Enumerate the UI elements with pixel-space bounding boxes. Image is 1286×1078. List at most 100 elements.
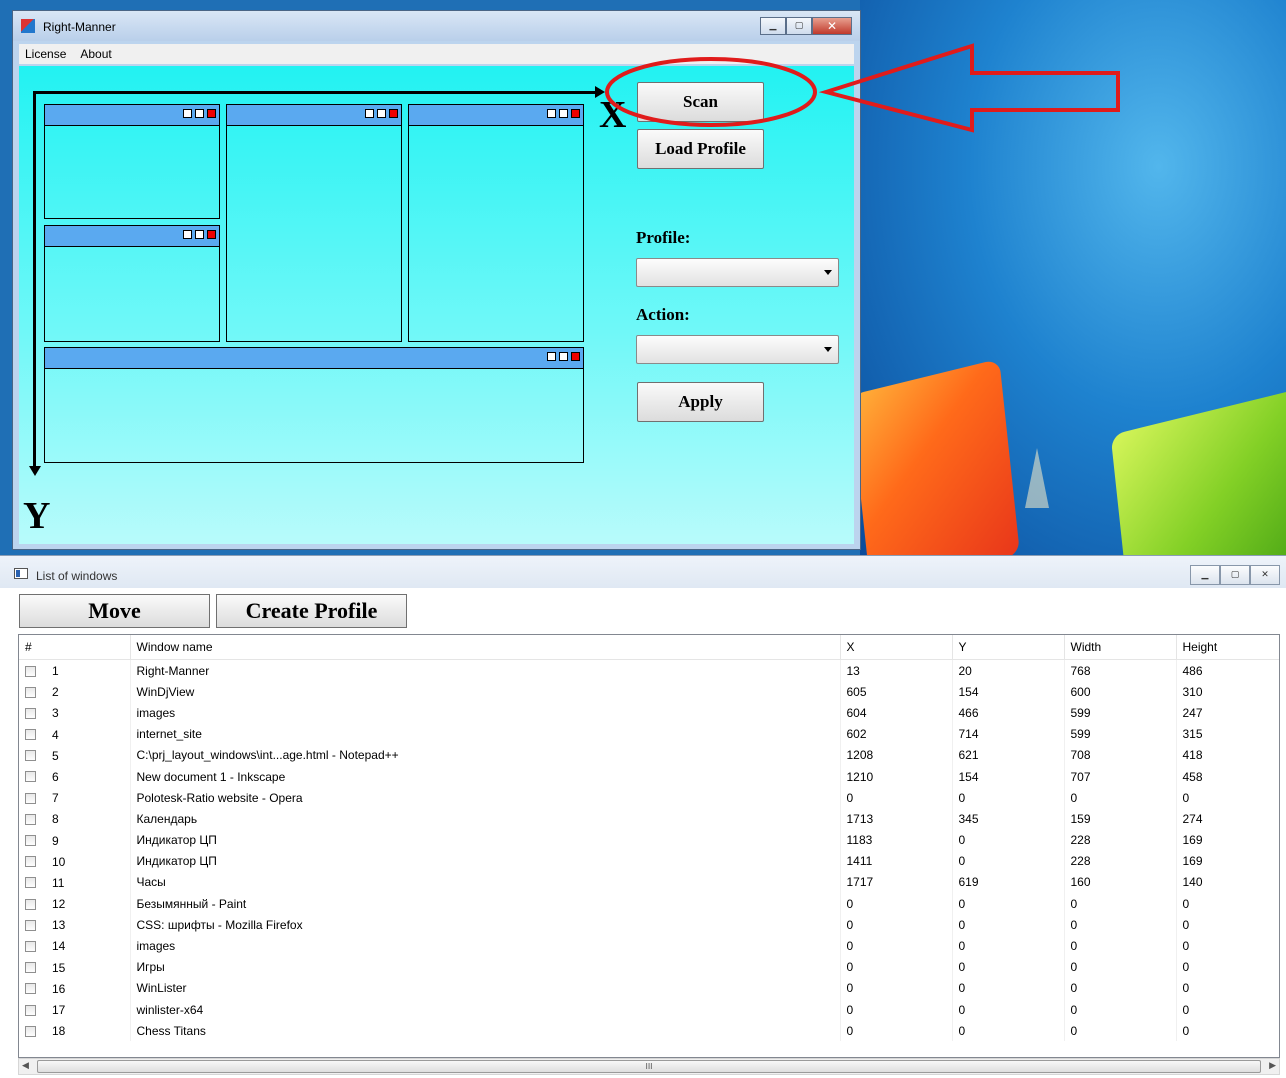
y-cell: 0 <box>952 956 1065 978</box>
action-select[interactable] <box>636 335 839 364</box>
y-cell: 714 <box>952 723 1065 745</box>
row-checkbox[interactable] <box>25 983 36 995</box>
windows-logo-red-pane <box>860 358 1021 555</box>
row-checkbox[interactable] <box>25 707 36 719</box>
row-checkbox[interactable] <box>25 686 36 698</box>
row-number-cell: 14 <box>19 935 131 957</box>
row-checkbox[interactable] <box>25 919 36 931</box>
column-header-y[interactable]: Y <box>952 635 1065 660</box>
menu-license[interactable]: License <box>25 47 66 61</box>
table-row[interactable]: 10 Индикатор ЦП 1411 0 228 169 <box>19 850 1279 872</box>
table-row[interactable]: 6 New document 1 - Inkscape 1210 154 707 458 <box>19 765 1279 788</box>
tree-watermark-icon <box>1025 448 1049 508</box>
height-cell: 0 <box>1176 914 1279 936</box>
row-number: 6 <box>52 769 59 784</box>
table-row[interactable]: 3 images 604 466 599 247 <box>19 702 1279 724</box>
row-checkbox[interactable] <box>25 856 36 868</box>
right-manner-app-icon <box>21 19 35 33</box>
height-cell: 169 <box>1176 850 1279 872</box>
height-cell: 140 <box>1176 871 1279 894</box>
x-axis-line <box>33 91 599 94</box>
row-checkbox[interactable] <box>25 750 36 762</box>
table-row[interactable]: 1 Right-Manner 13 20 768 486 <box>19 659 1279 682</box>
table-row[interactable]: 13 CSS: шрифты - Mozilla Firefox 0 0 0 0 <box>19 914 1279 936</box>
row-checkbox[interactable] <box>25 940 36 952</box>
move-button[interactable]: Move <box>19 594 210 628</box>
row-checkbox[interactable] <box>25 1004 36 1016</box>
table-row[interactable]: 5 C:\prj_layout_windows\int...age.html - … <box>19 744 1279 766</box>
menu-about[interactable]: About <box>80 47 111 61</box>
create-profile-button[interactable]: Create Profile <box>216 594 407 628</box>
close-icon[interactable]: ✕ <box>812 17 852 35</box>
row-number-cell: 11 <box>19 871 131 894</box>
scroll-left-icon[interactable]: ◀ <box>22 1061 29 1071</box>
row-checkbox[interactable] <box>25 1025 36 1037</box>
y-axis-line <box>33 91 36 471</box>
row-number: 5 <box>52 748 59 763</box>
table-row[interactable]: 4 internet_site 602 714 599 315 <box>19 723 1279 745</box>
window-name-cell: images <box>130 935 841 957</box>
row-checkbox[interactable] <box>25 962 36 974</box>
minimize-icon[interactable]: ▁ <box>1190 565 1220 585</box>
right-manner-titlebar[interactable]: Right-Manner ▁ ▢ ✕ <box>13 11 860 41</box>
profile-select[interactable] <box>636 258 839 287</box>
row-checkbox[interactable] <box>25 877 36 889</box>
window-name-cell: C:\prj_layout_windows\int...age.html - N… <box>130 744 841 766</box>
maximize-icon[interactable]: ▢ <box>1220 565 1250 585</box>
column-header-height[interactable]: Height <box>1176 635 1279 660</box>
window-name-cell: Безымянный - Paint <box>130 893 841 915</box>
column-header-number[interactable]: # <box>19 635 131 660</box>
table-row[interactable]: 18 Chess Titans 0 0 0 0 <box>19 1020 1279 1042</box>
row-number-cell: 4 <box>19 723 131 745</box>
list-window-titlebar[interactable]: List of windows ▁ ▢ ✕ <box>0 556 1286 588</box>
windows-table: # Window name X Y Width Height 1 Right-Ma… <box>18 634 1280 1058</box>
table-row[interactable]: 12 Безымянный - Paint 0 0 0 0 <box>19 893 1279 915</box>
maximize-icon[interactable]: ▢ <box>786 17 812 35</box>
height-cell: 0 <box>1176 787 1279 809</box>
table-header: # Window name X Y Width Height <box>19 635 1279 660</box>
table-row[interactable]: 14 images 0 0 0 0 <box>19 935 1279 957</box>
close-icon[interactable]: ✕ <box>1250 565 1280 585</box>
column-header-window-name[interactable]: Window name <box>130 635 841 660</box>
table-row[interactable]: 2 WinDjView 605 154 600 310 <box>19 681 1279 703</box>
x-cell: 1210 <box>840 765 953 788</box>
x-cell: 0 <box>840 935 953 957</box>
table-row[interactable]: 17 winlister-x64 0 0 0 0 <box>19 999 1279 1021</box>
window-name-cell: Индикатор ЦП <box>130 850 841 872</box>
row-checkbox[interactable] <box>25 729 36 741</box>
window-name-cell: New document 1 - Inkscape <box>130 765 841 788</box>
row-checkbox[interactable] <box>25 813 36 825</box>
row-number-cell: 6 <box>19 765 131 788</box>
column-header-width[interactable]: Width <box>1064 635 1177 660</box>
row-checkbox[interactable] <box>25 771 36 783</box>
row-number-cell: 13 <box>19 914 131 936</box>
table-row[interactable]: 15 Игры 0 0 0 0 <box>19 956 1279 978</box>
load-profile-button[interactable]: Load Profile <box>637 129 764 169</box>
minimize-icon[interactable]: ▁ <box>760 17 786 35</box>
column-header-x[interactable]: X <box>840 635 953 660</box>
scrollbar-thumb[interactable]: III <box>37 1060 1261 1073</box>
table-row[interactable]: 11 Часы 1717 619 160 140 <box>19 871 1279 894</box>
scroll-right-icon[interactable]: ▶ <box>1269 1061 1276 1071</box>
window-title: Right-Manner <box>43 20 116 34</box>
scan-button[interactable]: Scan <box>637 82 764 122</box>
window-name-cell: Игры <box>130 956 841 978</box>
row-number: 10 <box>52 854 66 869</box>
window-app-icon <box>14 568 28 579</box>
window-name-cell: CSS: шрифты - Mozilla Firefox <box>130 914 841 936</box>
row-checkbox[interactable] <box>25 792 36 804</box>
table-row[interactable]: 9 Индикатор ЦП 1183 0 228 169 <box>19 829 1279 851</box>
table-row[interactable]: 8 Календарь 1713 345 159 274 <box>19 808 1279 830</box>
row-number: 2 <box>52 685 59 700</box>
row-number-cell: 18 <box>19 1020 131 1042</box>
row-checkbox[interactable] <box>25 665 36 677</box>
row-checkbox[interactable] <box>25 835 36 846</box>
row-number-cell: 9 <box>19 829 131 851</box>
window-name-cell: Right-Manner <box>130 659 841 682</box>
table-row[interactable]: 16 WinLister 0 0 0 0 <box>19 977 1279 999</box>
row-checkbox[interactable] <box>25 898 36 910</box>
apply-button[interactable]: Apply <box>637 382 764 422</box>
horizontal-scrollbar[interactable]: ◀ III ▶ <box>18 1058 1280 1075</box>
height-cell: 0 <box>1176 977 1279 999</box>
table-row[interactable]: 7 Polotesk-Ratio website - Opera 0 0 0 0 <box>19 787 1279 809</box>
